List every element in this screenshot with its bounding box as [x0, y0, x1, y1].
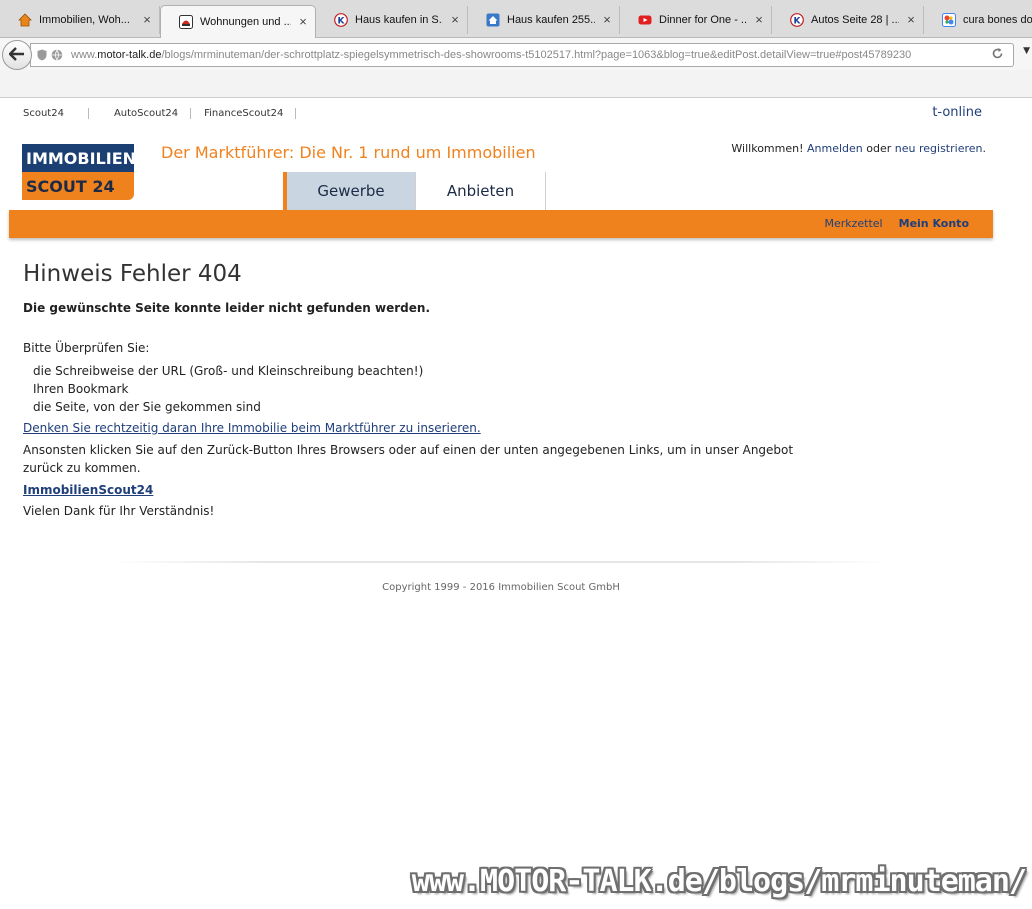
- browser-tab[interactable]: K Autos Seite 28 | ... ×: [772, 6, 924, 34]
- login-link[interactable]: Anmelden: [807, 142, 863, 155]
- web-page: Scout24 AutoScout24 FinanceScout24 t-onl…: [0, 99, 1032, 909]
- house-icon: [18, 13, 32, 27]
- google-icon: [942, 13, 956, 27]
- url-text[interactable]: www.motor-talk.de/blogs/mrminuteman/der-…: [71, 49, 987, 61]
- tab-title: Dinner for One - ...: [659, 14, 747, 26]
- tonline-link[interactable]: t-online: [932, 105, 982, 120]
- welcome-prefix: Willkommen!: [731, 142, 808, 155]
- thanks-text: Vielen Dank für Ihr Verständnis!: [23, 504, 215, 518]
- youtube-icon: [638, 13, 652, 27]
- k-logo-icon: K: [334, 13, 348, 27]
- mein-konto-link[interactable]: Mein Konto: [899, 217, 969, 230]
- browser-tab[interactable]: Dinner for One - ... ×: [620, 6, 772, 34]
- register-link[interactable]: neu registrieren: [895, 142, 983, 155]
- close-icon[interactable]: ×: [141, 13, 153, 26]
- browser-tab-bar: Immobilien, Woh... × Wohnungen und ... ×…: [0, 0, 1032, 38]
- close-icon[interactable]: ×: [905, 13, 917, 26]
- promo-link[interactable]: Denken Sie rechtzeitig daran Ihre Immobi…: [23, 421, 803, 435]
- url-path: /blogs/mrminuteman/der-schrottplatz-spie…: [161, 49, 912, 61]
- page-title: Hinweis Fehler 404: [23, 261, 242, 287]
- browser-tab[interactable]: Haus kaufen 255... ×: [468, 6, 620, 34]
- error-content: Hinweis Fehler 404 Die gewünschte Seite …: [23, 261, 803, 518]
- copyright-text: Copyright 1999 - 2016 Immobilien Scout G…: [382, 582, 620, 593]
- welcome-or: oder: [862, 142, 895, 155]
- browser-tab[interactable]: K Haus kaufen in S... ×: [316, 6, 468, 34]
- logo-bottom: SCOUT 24: [22, 172, 134, 200]
- close-icon[interactable]: ×: [601, 13, 613, 26]
- chevron-down-icon[interactable]: ▼: [1023, 46, 1030, 56]
- bookmarks-bar: [0, 70, 1032, 98]
- toplink-financescout24[interactable]: FinanceScout24: [191, 108, 297, 119]
- list-item: die Schreibweise der URL (Groß- und Klei…: [33, 364, 424, 378]
- tagline: Der Marktführer: Die Nr. 1 rund um Immob…: [161, 143, 536, 162]
- tab-title: Haus kaufen in S...: [355, 14, 443, 26]
- immoscout-icon: [179, 15, 193, 29]
- k-logo-icon: K: [790, 13, 804, 27]
- browser-tab[interactable]: Immobilien, Woh... ×: [0, 6, 160, 34]
- back-arrow-icon: [8, 46, 25, 65]
- welcome-suffix: .: [982, 142, 987, 155]
- immobilienscout24-link[interactable]: ImmobilienScout24: [23, 483, 803, 497]
- toplink-autoscout24[interactable]: AutoScout24: [89, 108, 192, 119]
- footer-divider: [110, 561, 890, 563]
- orange-nav-bar: Merkzettel Mein Konto: [9, 210, 993, 238]
- help-paragraph: Ansonsten klicken Sie auf den Zurück-But…: [23, 443, 794, 475]
- welcome-text: Willkommen! Anmelden oder neu registrier…: [731, 142, 986, 155]
- tab-anbieten[interactable]: Anbieten: [416, 172, 546, 210]
- close-icon[interactable]: ×: [753, 13, 765, 26]
- back-button[interactable]: [2, 40, 32, 70]
- url-bar[interactable]: www.motor-talk.de/blogs/mrminuteman/der-…: [30, 43, 1014, 67]
- list-item: Ihren Bookmark: [33, 382, 129, 396]
- check-intro: Bitte Überprüfen Sie:: [23, 341, 150, 355]
- browser-tab[interactable]: cura bones dog r: [924, 6, 1032, 34]
- tab-title: cura bones dog r: [963, 14, 1032, 26]
- error-subtitle: Die gewünschte Seite konnte leider nicht…: [23, 301, 431, 315]
- immobilienscout-logo[interactable]: IMMOBILIEN SCOUT 24: [22, 144, 136, 200]
- svg-text:K: K: [338, 17, 346, 27]
- merkzettel-link[interactable]: Merkzettel: [824, 217, 882, 230]
- svg-text:K: K: [794, 17, 802, 27]
- check-list: die Schreibweise der URL (Groß- und Klei…: [23, 362, 803, 416]
- shield-icon: [37, 46, 47, 65]
- browser-tab-active[interactable]: Wohnungen und ... ×: [160, 5, 316, 38]
- url-domain: motor-talk.de: [97, 49, 162, 61]
- tab-title: Immobilien, Woh...: [39, 14, 130, 26]
- list-item: die Seite, von der Sie gekommen sind: [33, 400, 261, 414]
- close-icon[interactable]: ×: [297, 15, 309, 28]
- tab-gewerbe[interactable]: Gewerbe: [287, 172, 416, 210]
- reload-icon[interactable]: [987, 47, 1007, 64]
- watermark: www.MOTOR-TALK.de/blogs/mrminuteman/: [411, 864, 1027, 899]
- globe-icon: [51, 46, 63, 65]
- url-prefix: www.: [71, 49, 98, 61]
- logo-top: IMMOBILIEN: [22, 144, 136, 172]
- main-nav-tabs: Gewerbe Anbieten: [283, 172, 546, 210]
- close-icon[interactable]: ×: [449, 13, 461, 26]
- top-links: Scout24 AutoScout24 FinanceScout24: [16, 108, 297, 119]
- browser-nav-bar: www.motor-talk.de/blogs/mrminuteman/der-…: [0, 38, 1032, 70]
- tab-title: Autos Seite 28 | ...: [811, 14, 899, 26]
- tab-title: Wohnungen und ...: [200, 16, 291, 28]
- blue-house-icon: [486, 13, 500, 27]
- toplink-scout24[interactable]: Scout24: [16, 108, 89, 119]
- tab-title: Haus kaufen 255...: [507, 14, 595, 26]
